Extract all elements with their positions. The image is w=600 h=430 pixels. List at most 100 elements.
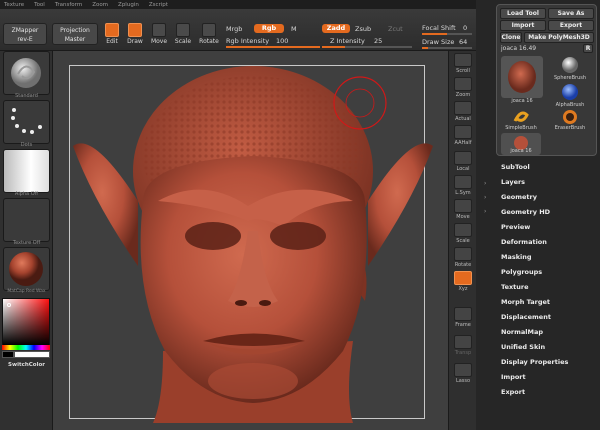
simple-brush-icon[interactable] (511, 109, 531, 125)
layers-menu[interactable]: Layers (501, 178, 525, 186)
rgb-intensity-slider[interactable] (226, 46, 320, 48)
current-tool-thumbnail[interactable] (501, 56, 543, 98)
save-as-button[interactable]: Save As (548, 8, 594, 19)
scale-button[interactable]: Scale (172, 23, 194, 45)
rgb-toggle[interactable]: Rgb (254, 24, 284, 33)
make-polymesh-button[interactable]: Make PolyMesh3D (524, 32, 594, 43)
secondary-color-swatch[interactable] (2, 351, 14, 358)
clone-button[interactable]: Clone (500, 32, 522, 43)
m-toggle[interactable]: M (291, 25, 297, 33)
sphere-brush-icon[interactable] (559, 56, 581, 74)
brush-label: Standard (15, 93, 38, 99)
transp-button[interactable]: Transp (451, 335, 475, 356)
rotate-view-button[interactable]: Rotate (451, 247, 475, 268)
subtool-menu[interactable]: SubTool (501, 163, 530, 171)
color-picker[interactable] (2, 298, 50, 346)
texture-menu[interactable]: Texture (501, 283, 529, 291)
move-view-button[interactable]: Move (451, 199, 475, 220)
z-intensity-fill (322, 46, 345, 48)
menu-zplugin[interactable]: Zplugin (118, 2, 139, 8)
scroll-button[interactable]: Scroll (451, 53, 475, 74)
xyz-button[interactable]: Xyz (451, 271, 475, 292)
aahalf-button[interactable]: AAHalf (451, 125, 475, 146)
rgb-intensity-label: Rgb Intensity (226, 37, 270, 45)
focal-shift-slider[interactable] (422, 33, 472, 35)
zmapper-button[interactable]: ZMapper rev-E (3, 23, 47, 45)
color-picker-cursor (7, 303, 11, 307)
zoom-button[interactable]: Zoom (451, 77, 475, 98)
main-color-swatch[interactable] (14, 351, 50, 358)
lsym-button[interactable]: L.Sym (451, 175, 475, 196)
load-tool-button[interactable]: Load Tool (500, 8, 546, 19)
zcut-toggle[interactable]: Zcut (388, 25, 403, 33)
mrgb-toggle[interactable]: Mrgb (226, 25, 242, 33)
menu-transform[interactable]: Transform (55, 2, 82, 8)
actual-button[interactable]: Actual (451, 101, 475, 122)
displacement-menu[interactable]: Displacement (501, 313, 551, 321)
z-intensity-slider[interactable] (322, 46, 412, 48)
transp-label: Transp (454, 350, 472, 356)
left-shelf: Standard Dots Alpha Off Texture Off MatC… (0, 51, 53, 430)
collapse-caret-icon[interactable]: › (484, 208, 486, 215)
morph-target-menu[interactable]: Morph Target (501, 298, 550, 306)
texture-selector[interactable] (3, 198, 50, 242)
draw-size-slider[interactable] (422, 47, 472, 49)
move-button[interactable]: Move (148, 23, 170, 45)
reset-button[interactable]: R (583, 44, 593, 53)
display-properties-menu[interactable]: Display Properties (501, 358, 568, 366)
menu-texture[interactable]: Texture (4, 2, 24, 8)
scale-label: Scale (174, 38, 192, 45)
eraser-brush-icon[interactable] (559, 109, 581, 125)
zsub-toggle[interactable]: Zsub (355, 25, 371, 33)
material-label: MatCap Red Wax (7, 289, 46, 294)
alpha-brush-icon[interactable] (559, 83, 581, 101)
deformation-menu[interactable]: Deformation (501, 238, 547, 246)
normalmap-menu[interactable]: NormalMap (501, 328, 543, 336)
frame-button[interactable]: Frame (451, 307, 475, 328)
masking-menu[interactable]: Masking (501, 253, 532, 261)
geometry-hd-menu[interactable]: Geometry HD (501, 208, 550, 216)
collapse-caret-icon[interactable]: › (484, 194, 486, 201)
import-menu[interactable]: Import (501, 373, 526, 381)
right-shelf: Scroll Zoom Actual AAHalf Local L.Sym Mo… (448, 51, 476, 430)
hue-slider[interactable] (2, 345, 50, 350)
draw-button[interactable]: Draw (124, 23, 146, 45)
stroke-selector[interactable] (3, 100, 50, 144)
dots-stroke-icon (11, 108, 42, 134)
eraser-brush-label: EraserBrush (554, 125, 586, 131)
rgb-intensity-value: 100 (276, 37, 289, 45)
local-button[interactable]: Local (451, 151, 475, 172)
sculpted-head-model[interactable] (53, 51, 448, 430)
canvas-viewport[interactable] (53, 51, 448, 430)
polygroups-menu[interactable]: Polygroups (501, 268, 542, 276)
draw-size-fill (422, 47, 428, 49)
lasso-button[interactable]: Lasso (451, 363, 475, 384)
scale-icon (176, 23, 190, 37)
collapse-caret-icon[interactable]: › (484, 180, 486, 187)
scale-view-icon (454, 223, 472, 237)
rotate-view-icon (454, 247, 472, 261)
rotate-button[interactable]: Rotate (197, 23, 221, 45)
menu-tool[interactable]: Tool (34, 2, 45, 8)
alpha-label: Alpha Off (14, 191, 39, 197)
zadd-toggle[interactable]: Zadd (322, 24, 350, 33)
edit-button[interactable]: Edit (102, 23, 122, 45)
menu-zoom[interactable]: Zoom (92, 2, 108, 8)
alpha-selector[interactable] (3, 149, 50, 193)
import-tool-button[interactable]: Import (500, 20, 546, 31)
move-view-label: Move (456, 214, 470, 220)
actual-icon (454, 101, 472, 115)
zmapper-label: ZMapper (11, 27, 39, 34)
geometry-menu[interactable]: Geometry (501, 193, 537, 201)
scale-view-button[interactable]: Scale (451, 223, 475, 244)
move-label: Move (150, 38, 168, 45)
export-tool-button[interactable]: Export (548, 20, 594, 31)
unified-skin-menu[interactable]: Unified Skin (501, 343, 545, 351)
menu-zscript[interactable]: Zscript (149, 2, 168, 8)
brush-selector[interactable] (3, 51, 50, 95)
material-selector[interactable] (3, 247, 50, 291)
preview-menu[interactable]: Preview (501, 223, 530, 231)
switch-color-button[interactable]: SwitchColor (3, 362, 50, 368)
export-menu[interactable]: Export (501, 388, 525, 396)
projection-master-button[interactable]: Projection Master (52, 23, 98, 45)
